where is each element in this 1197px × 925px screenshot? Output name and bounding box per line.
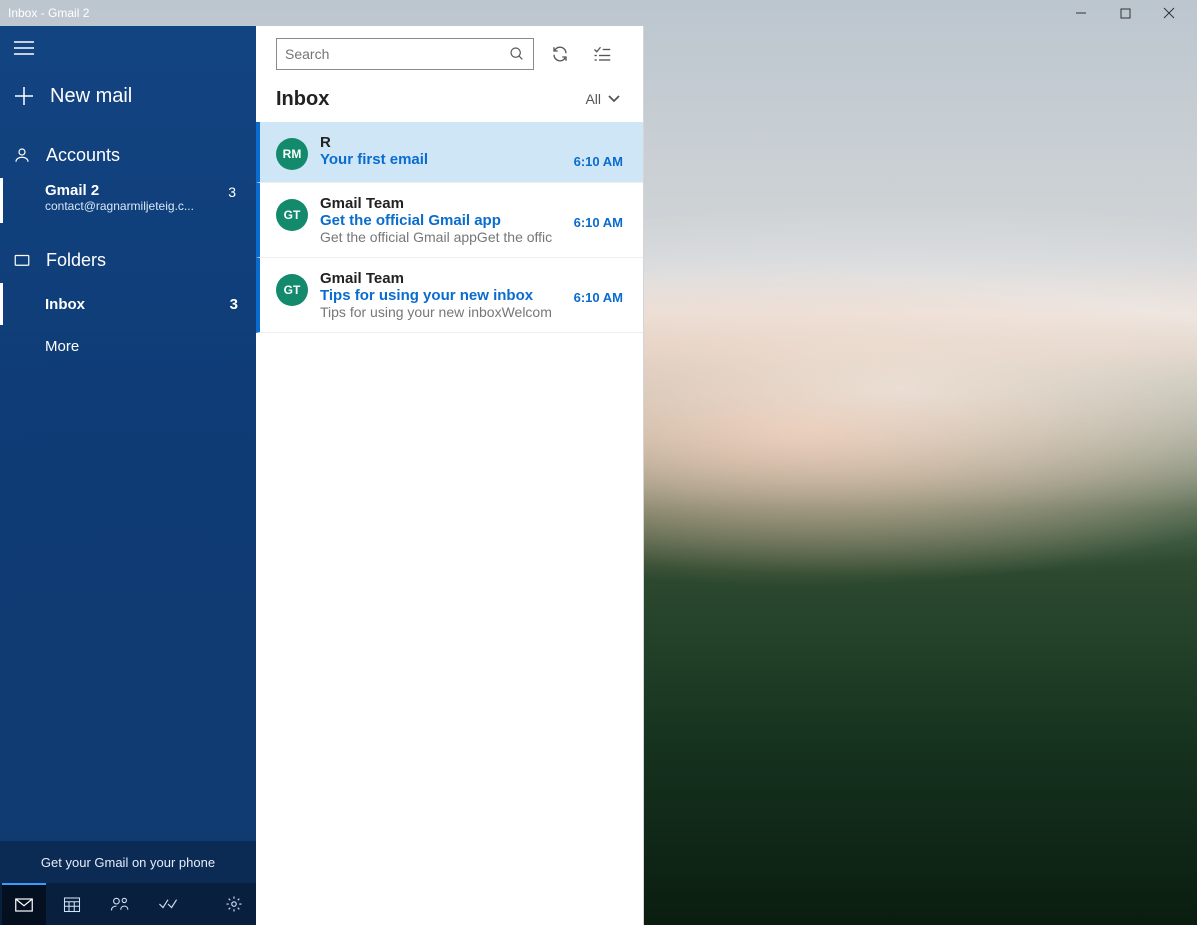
folder-badge: 3 xyxy=(230,296,238,313)
todo-nav-button[interactable] xyxy=(146,883,190,925)
email-sender: Gmail Team xyxy=(320,195,623,212)
reading-pane xyxy=(644,26,1197,925)
select-mode-button[interactable] xyxy=(586,38,618,70)
folder-label: Inbox xyxy=(45,296,85,313)
account-unread-badge: 3 xyxy=(228,182,240,200)
email-item[interactable]: GT Gmail Team Tips for using your new in… xyxy=(256,258,643,333)
plus-icon xyxy=(8,80,40,112)
sender-avatar: GT xyxy=(276,274,308,306)
list-title: Inbox xyxy=(276,88,329,111)
email-time: 6:10 AM xyxy=(574,154,623,169)
message-list-pane: Inbox All RM R Your first email 6:10 AM … xyxy=(256,26,644,925)
email-preview: Get the official Gmail appGet the offic xyxy=(320,229,623,245)
search-icon[interactable] xyxy=(509,46,525,62)
email-item[interactable]: GT Gmail Team Get the official Gmail app… xyxy=(256,183,643,258)
hamburger-menu-button[interactable] xyxy=(0,26,48,70)
people-nav-button[interactable] xyxy=(98,883,142,925)
account-email: contact@ragnarmiljeteig.c... xyxy=(45,199,194,213)
sync-button[interactable] xyxy=(544,38,576,70)
filter-label: All xyxy=(585,91,601,107)
account-item-gmail2[interactable]: Gmail 2 contact@ragnarmiljeteig.c... 3 xyxy=(0,178,256,223)
sidebar: New mail Accounts Gmail 2 contact@ragnar… xyxy=(0,26,256,925)
email-preview: Tips for using your new inboxWelcom xyxy=(320,304,623,320)
new-mail-button[interactable]: New mail xyxy=(0,70,256,122)
accounts-header[interactable]: Accounts xyxy=(0,132,256,178)
email-item[interactable]: RM R Your first email 6:10 AM xyxy=(256,122,643,183)
person-icon xyxy=(10,146,34,164)
folder-label: More xyxy=(45,338,79,355)
sender-avatar: RM xyxy=(276,138,308,170)
filter-dropdown[interactable]: All xyxy=(585,91,621,107)
folder-item-inbox[interactable]: Inbox 3 xyxy=(0,283,256,325)
maximize-button[interactable] xyxy=(1103,0,1147,26)
folder-item-more[interactable]: More xyxy=(0,325,256,367)
close-button[interactable] xyxy=(1147,0,1191,26)
sender-avatar: GT xyxy=(276,199,308,231)
accounts-label: Accounts xyxy=(46,145,120,166)
search-input[interactable] xyxy=(285,39,509,69)
search-box[interactable] xyxy=(276,38,534,70)
email-sender: Gmail Team xyxy=(320,270,623,287)
new-mail-label: New mail xyxy=(50,85,132,108)
chevron-down-icon xyxy=(607,94,621,104)
window-title: Inbox - Gmail 2 xyxy=(8,6,89,20)
promo-banner[interactable]: Get your Gmail on your phone xyxy=(0,841,256,883)
mail-nav-button[interactable] xyxy=(2,883,46,925)
promo-text: Get your Gmail on your phone xyxy=(41,855,215,870)
email-time: 6:10 AM xyxy=(574,215,623,230)
settings-nav-button[interactable] xyxy=(212,883,256,925)
minimize-button[interactable] xyxy=(1059,0,1103,26)
account-name: Gmail 2 xyxy=(45,182,194,199)
folders-header[interactable]: Folders xyxy=(0,237,256,283)
folders-label: Folders xyxy=(46,250,106,271)
email-time: 6:10 AM xyxy=(574,290,623,305)
email-sender: R xyxy=(320,134,623,151)
calendar-nav-button[interactable] xyxy=(50,883,94,925)
folder-icon xyxy=(10,251,34,269)
bottom-nav xyxy=(0,883,256,925)
